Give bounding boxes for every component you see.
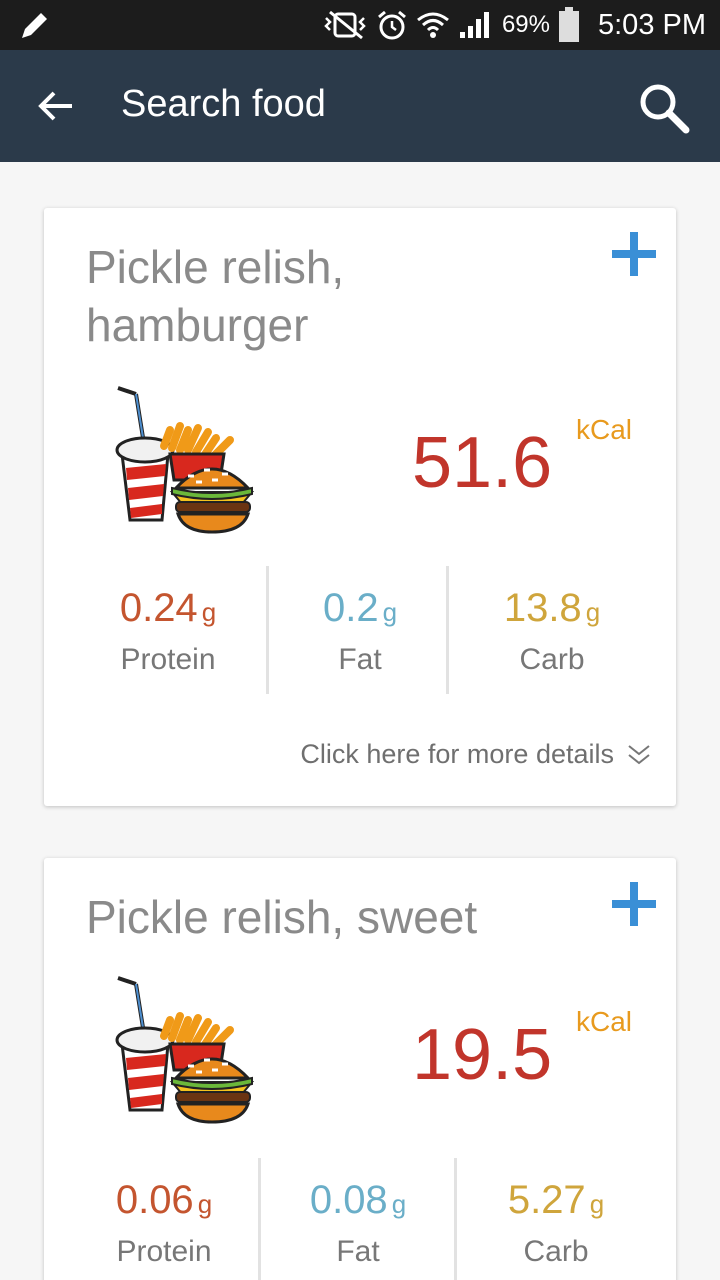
carb-value: 5.27	[507, 1178, 586, 1222]
app-bar: Search food	[0, 50, 720, 162]
protein-value: 0.06	[115, 1178, 194, 1222]
divider	[266, 566, 269, 694]
fat-label: Fat	[338, 643, 382, 676]
fast-food-illustration	[115, 386, 255, 534]
back-arrow-icon[interactable]	[36, 86, 76, 126]
kcal-value: 19.5	[412, 1015, 553, 1095]
status-bar: 69% 5:03 PM	[0, 0, 720, 50]
fat-value: 0.2	[322, 586, 379, 630]
search-icon[interactable]	[636, 80, 692, 136]
vibrate-mute-icon	[324, 10, 366, 40]
fat-value: 0.08	[309, 1178, 388, 1222]
add-plus-icon[interactable]	[610, 880, 658, 928]
kcal-value: 51.6	[412, 423, 553, 503]
signal-icon	[459, 12, 489, 38]
carb-unit: g	[589, 1189, 605, 1219]
double-chevron-down-icon[interactable]	[626, 742, 652, 768]
food-name: Pickle relish, sweet	[86, 891, 478, 943]
fast-food-illustration	[115, 976, 255, 1124]
battery-percent: 69%	[501, 11, 550, 38]
protein-stat: 0.06 g Protein	[80, 1178, 248, 1269]
fat-stat: 0.2 g Fat	[276, 586, 444, 677]
fat-stat: 0.08 g Fat	[274, 1178, 442, 1269]
protein-label: Protein	[116, 1235, 212, 1268]
battery-icon	[559, 7, 579, 42]
divider	[446, 566, 449, 694]
page-title: Search food	[121, 83, 326, 125]
alarm-clock-icon	[377, 10, 406, 40]
divider	[454, 1158, 457, 1280]
fat-unit: g	[382, 597, 398, 627]
carb-stat: 5.27 g Carb	[468, 1178, 644, 1269]
clock-time: 5:03 PM	[598, 8, 706, 41]
food-name: Pickle relish, hamburger	[86, 241, 345, 351]
fat-unit: g	[391, 1189, 407, 1219]
protein-unit: g	[197, 1189, 213, 1219]
more-details-link[interactable]: Click here for more details	[300, 739, 614, 770]
carb-stat: 13.8 g Carb	[464, 586, 640, 677]
carb-label: Carb	[523, 1235, 589, 1268]
food-card[interactable]: Pickle relish, sweet 19.5 kCal 0.06 g Pro…	[44, 858, 676, 1280]
protein-stat: 0.24 g Protein	[84, 586, 252, 677]
carb-value: 13.8	[503, 586, 582, 630]
carb-unit: g	[585, 597, 601, 627]
add-plus-icon[interactable]	[610, 230, 658, 278]
protein-label: Protein	[120, 643, 216, 676]
kcal-unit: kCal	[576, 1006, 633, 1037]
edit-pencil-icon	[22, 13, 47, 38]
fat-label: Fat	[336, 1235, 380, 1268]
protein-value: 0.24	[119, 586, 198, 630]
carb-label: Carb	[519, 643, 585, 676]
food-card[interactable]: Pickle relish, hamburger 51.6 kCal 0.24 g…	[44, 208, 676, 806]
wifi-icon	[417, 12, 449, 38]
kcal-unit: kCal	[576, 414, 633, 445]
protein-unit: g	[201, 597, 217, 627]
divider	[258, 1158, 261, 1280]
